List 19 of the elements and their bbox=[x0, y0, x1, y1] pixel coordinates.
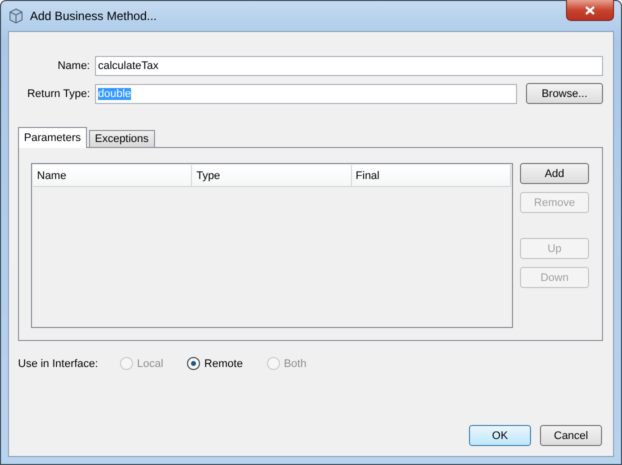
radio-option[interactable]: Remote bbox=[187, 357, 243, 370]
field-label: Return Type: bbox=[26, 88, 91, 100]
cube-icon bbox=[8, 8, 24, 24]
close-button[interactable] bbox=[566, 0, 614, 21]
radio-button[interactable] bbox=[187, 357, 200, 370]
column-header[interactable]: Final bbox=[352, 165, 511, 186]
text-field[interactable]: calculateTax bbox=[95, 56, 603, 76]
tab[interactable]: Exceptions bbox=[88, 130, 155, 148]
tab[interactable]: Parameters bbox=[18, 127, 87, 148]
close-icon bbox=[585, 6, 595, 14]
field-label: Name: bbox=[56, 60, 91, 72]
dialog-button[interactable]: Cancel bbox=[540, 425, 602, 446]
window-title: Add Business Method... bbox=[30, 9, 157, 23]
side-button[interactable]: Add bbox=[520, 163, 589, 184]
dialog-button[interactable]: OK bbox=[469, 425, 531, 446]
interface-label: Use in Interface: bbox=[18, 358, 100, 370]
browse-button[interactable]: Browse... bbox=[526, 83, 603, 104]
column-header[interactable]: Type bbox=[192, 165, 352, 186]
column-header[interactable]: Name bbox=[33, 165, 192, 186]
